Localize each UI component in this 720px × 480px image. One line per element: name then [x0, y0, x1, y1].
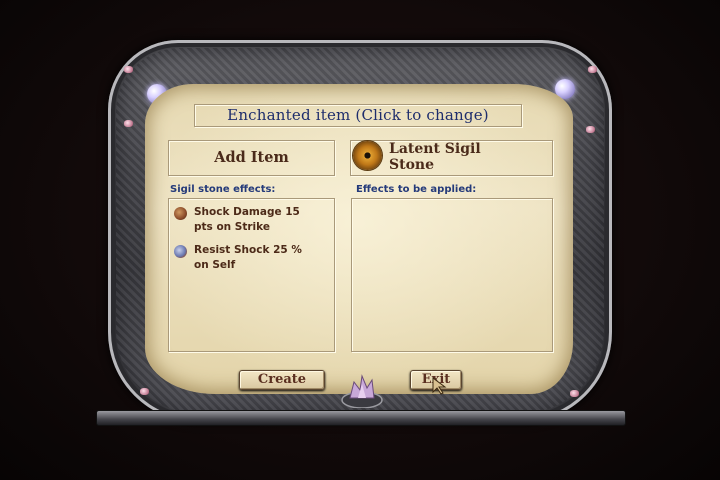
shock-damage-icon: [174, 207, 187, 220]
sigil-effects-heading: Sigil stone effects:: [170, 184, 276, 195]
resist-shock-icon: [174, 245, 187, 258]
gem-ornament: [140, 388, 149, 395]
crystal-ornament-icon: [341, 374, 383, 408]
mouse-cursor-icon: [432, 377, 447, 395]
effects-to-apply-list[interactable]: [351, 198, 553, 352]
effects-to-apply-heading: Effects to be applied:: [356, 184, 477, 195]
gem-ornament: [124, 66, 133, 73]
gem-ornament: [124, 120, 133, 127]
enchanted-item-selector[interactable]: Enchanted item (Click to change): [194, 104, 522, 127]
effect-label: Shock Damage 15: [194, 206, 300, 218]
effect-detail: on Self: [194, 259, 236, 271]
effect-label: Resist Shock 25 %: [194, 244, 302, 256]
gem-ornament: [570, 390, 579, 397]
create-button[interactable]: Create: [239, 370, 325, 390]
gem-ornament: [586, 126, 595, 133]
effect-item-shock-damage[interactable]: Shock Damage 15 pts on Strike: [174, 205, 324, 237]
sigil-stone-icon: [353, 141, 382, 170]
frame-base-rail: [96, 410, 626, 426]
enchanted-item-label: Enchanted item (Click to change): [227, 106, 489, 124]
effect-item-resist-shock[interactable]: Resist Shock 25 % on Self: [174, 243, 324, 275]
add-item-button[interactable]: Add Item: [168, 140, 335, 176]
sigil-stone-label-line2: Stone: [389, 157, 435, 173]
add-item-label: Add Item: [214, 149, 289, 166]
sigil-stone-label-line1: Latent Sigil: [389, 141, 481, 157]
gem-ornament: [588, 66, 597, 73]
effect-detail: pts on Strike: [194, 221, 270, 233]
